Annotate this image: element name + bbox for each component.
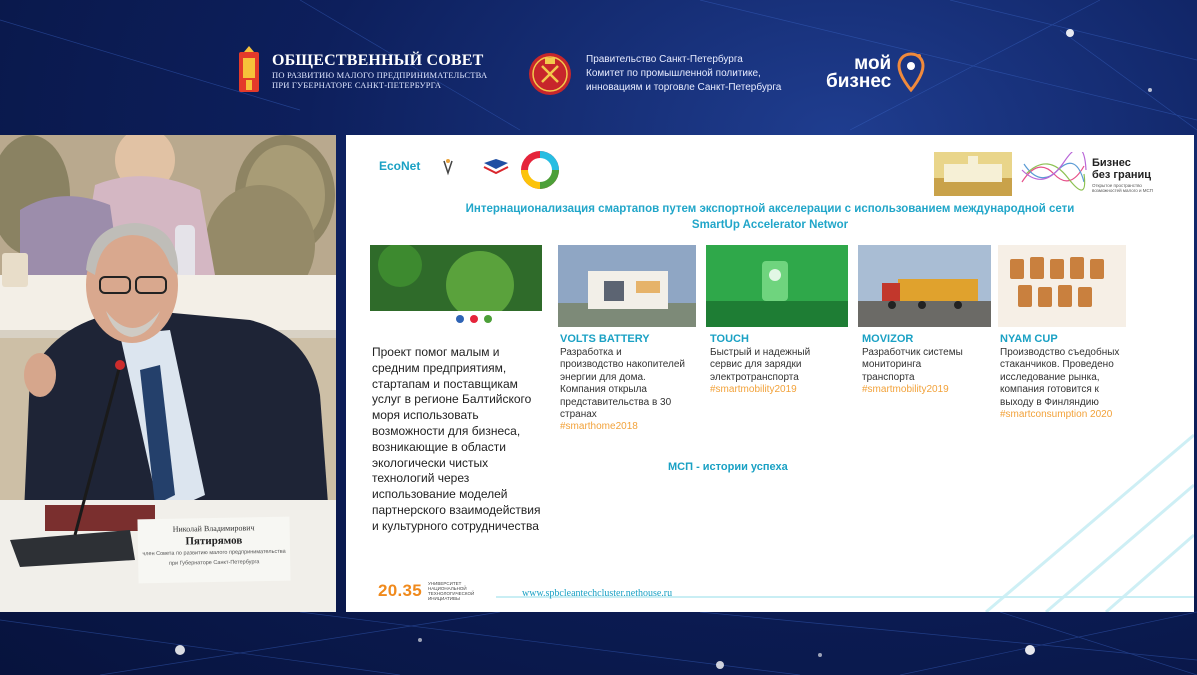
bbg-caption: Открытое пространство возможностей малог… xyxy=(1092,183,1153,193)
card-hashtag: #smartmobility2019 xyxy=(862,384,949,396)
speaker-role-1: член Совета по развитию малого предприни… xyxy=(142,548,286,558)
university-2035-logo: 20.35 УНИВЕРСИТЕТ НАЦИОНАЛЬНОЙ ТЕХНОЛОГИ… xyxy=(378,581,478,601)
partner-logo-icon xyxy=(443,159,453,176)
speaker-surname: Пятирямов xyxy=(185,534,243,548)
project-cover-image xyxy=(370,245,542,327)
card-hashtag: #smartconsumption 2020 xyxy=(1000,409,1113,421)
card-description: Разработчик системы мониторинга транспор… xyxy=(862,347,963,383)
movizor-truck-photo xyxy=(858,245,991,327)
gov-line-1: Правительство Санкт-Петербурга xyxy=(586,54,743,65)
biznes-word: бизнес xyxy=(826,71,892,92)
card-title: NYAM CUP xyxy=(1000,333,1058,345)
petersburg-emblem-icon xyxy=(239,46,259,92)
card-title: TOUCH xyxy=(710,333,749,345)
cluster-website-link[interactable]: www.spbcleantechcluster.nethouse.ru xyxy=(522,588,672,599)
card-volts-battery: VOLTS BATTERY Разработка и производство … xyxy=(560,333,686,434)
council-subtitle-1: ПО РАЗВИТИЮ МАЛОГО ПРЕДПРИНИМАТЕЛЬСТВА xyxy=(272,70,488,80)
card-hashtag: #smartmobility2019 xyxy=(710,384,797,396)
card-description: Производство съедобных стаканчиков. Пров… xyxy=(1000,347,1120,408)
gov-line-3: инновациям и торговле Санкт-Петербурга xyxy=(586,82,782,93)
msp-success-caption: МСП - истории успеха xyxy=(668,461,788,473)
slide-title-line-1: Интернационализация смартапов путем эксп… xyxy=(465,203,1075,215)
brand-2035-caption: УНИВЕРСИТЕТ НАЦИОНАЛЬНОЙ ТЕХНОЛОГИЧЕСКОЙ… xyxy=(428,581,475,601)
card-title: VOLTS BATTERY xyxy=(560,333,650,345)
touch-charger-photo xyxy=(706,245,848,327)
volts-battery-photo xyxy=(558,245,696,327)
council-title: ОБЩЕСТВЕННЫЙ СОВЕТ xyxy=(272,52,484,69)
project-description: Проект помог малым и средним предприятия… xyxy=(372,345,541,533)
network-map-image xyxy=(1018,152,1088,196)
bbg-line-2: без границ xyxy=(1092,169,1152,181)
speaker-nameplate: Николай Владимирович Пятирямов член Сове… xyxy=(137,516,291,584)
card-movizor: MOVIZOR Разработчик системы мониторинга … xyxy=(862,333,972,397)
card-hashtag: #smarthome2018 xyxy=(560,421,638,433)
public-council-logo: ОБЩЕСТВЕННЫЙ СОВЕТ ПО РАЗВИТИЮ МАЛОГО ПР… xyxy=(236,46,487,96)
card-nyam-cup: NYAM CUP Производство съедобных стаканчи… xyxy=(1000,333,1124,421)
card-title: MOVIZOR xyxy=(862,333,914,345)
slide-title: Интернационализация смартапов путем эксп… xyxy=(386,201,1154,233)
econet-logo: EcoNet xyxy=(379,159,421,173)
speaker-role-2: при Губернаторе Санкт-Петербурга xyxy=(168,559,260,567)
spb-coat-of-arms-icon xyxy=(529,53,571,95)
brand-2035-number: 20.35 xyxy=(378,581,423,600)
broadcast-header: ОБЩЕСТВЕННЫЙ СОВЕТ ПО РАЗВИТИЮ МАЛОГО ПР… xyxy=(0,0,1197,130)
nyam-cup-photo xyxy=(998,245,1126,327)
presentation-slide: EcoNet Бизнес без границ Открытое простр… xyxy=(346,135,1194,612)
map-pin-icon xyxy=(897,52,925,93)
gov-line-2: Комитет по промышленной политике, xyxy=(586,68,761,79)
sdg-wheel-icon xyxy=(521,151,559,189)
card-description: Быстрый и надежный сервис для зарядки эл… xyxy=(710,347,811,383)
card-touch: TOUCH Быстрый и надежный сервис для заря… xyxy=(710,333,840,397)
russian-export-center-icon xyxy=(483,159,509,175)
government-logo: Правительство Санкт-Петербурга Комитет п… xyxy=(528,52,781,96)
card-description: Разработка и производство накопителей эн… xyxy=(560,347,686,421)
moi-biznes-logo: мой бизнес xyxy=(826,50,925,96)
palace-photo xyxy=(934,152,1012,196)
bbg-line-1: Бизнес xyxy=(1092,157,1131,169)
council-subtitle-2: ПРИ ГУБЕРНАТОРЕ САНКТ-ПЕТЕРБУРГА xyxy=(272,80,442,90)
business-without-borders-logo: Бизнес без границ Открытое пространство … xyxy=(1092,157,1172,193)
speaker-first-names: Николай Владимирович xyxy=(172,523,255,534)
slide-title-line-2: SmartUp Accelerator Networ xyxy=(691,219,849,231)
